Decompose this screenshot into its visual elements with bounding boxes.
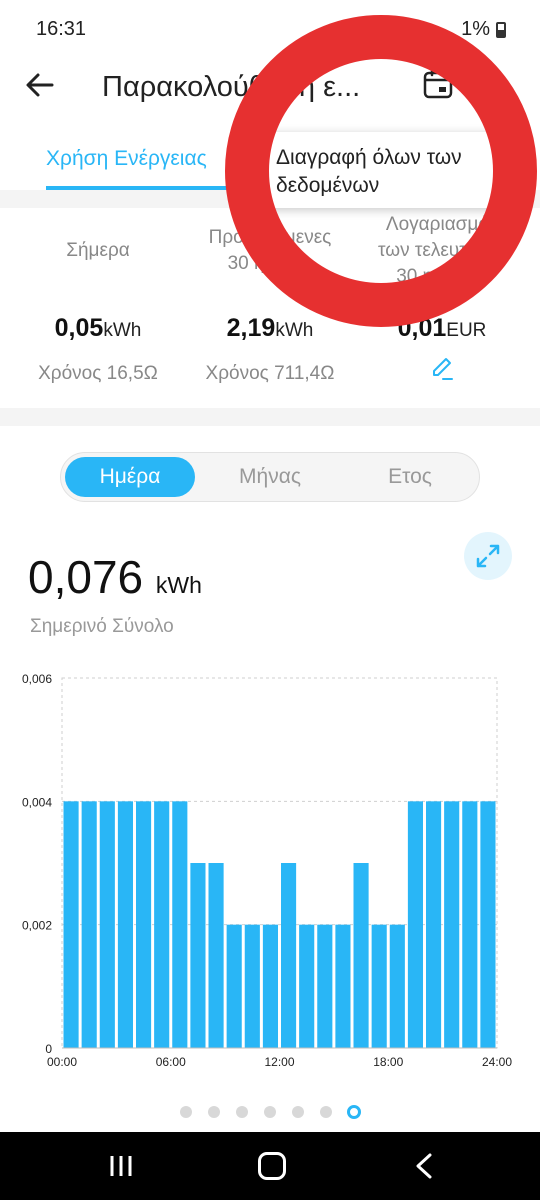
delete-all-data-menu-item[interactable]: Διαγραφή όλων των δεδομένων: [262, 132, 526, 208]
hourly-energy-chart: 0 0,002 0,004 0,006 00:00 06:00 12:00 18:00 24:0…: [22, 672, 512, 1069]
battery-percent: 1%: [461, 18, 490, 40]
daily-total-unit: kWh: [155, 572, 202, 598]
chart-bar: [299, 924, 315, 1048]
home-icon[interactable]: [258, 1152, 286, 1180]
battery-icon: [496, 22, 506, 38]
chart-bar: [371, 924, 387, 1048]
period-selector: Ημέρα Μήνας Ετος: [60, 452, 480, 502]
back-arrow-icon[interactable]: [22, 67, 58, 103]
summary-bill-label: Λογαριασμός των τελευταίων 30 ημερών: [378, 214, 506, 287]
energy-summary: Σήμερα 0,05kWh Χρόνος 16,5Ω Προηγούμενες…: [0, 208, 540, 410]
x-tick-label: 12:00: [264, 1055, 294, 1069]
chart-bar: [63, 801, 79, 1048]
chart-bar: [353, 863, 369, 1048]
summary-last30-label: Προηγούμενες 30 ημέρες: [208, 227, 332, 274]
edit-pencil-icon[interactable]: [428, 355, 456, 383]
chart-bar: [262, 924, 278, 1048]
summary-last30: Προηγούμενες 30 ημέρες 2,19kWh Χρόνος 71…: [180, 208, 360, 385]
pager-dot[interactable]: [264, 1106, 276, 1118]
bill-value: 0,01: [397, 314, 447, 342]
summary-today-label: Σήμερα: [66, 240, 130, 261]
segment-year[interactable]: Ετος: [345, 457, 475, 497]
chart-bar: [244, 924, 260, 1048]
chart-bar: [462, 801, 478, 1048]
summary-last30-value: 2,19kWh: [180, 314, 360, 343]
summary-today: Σήμερα 0,05kWh Χρόνος 16,5Ω: [8, 208, 188, 385]
last30-unit: kWh: [275, 320, 314, 341]
x-tick-label: 24:00: [482, 1055, 512, 1069]
calendar-icon[interactable]: [422, 67, 454, 101]
recent-apps-icon[interactable]: [108, 1154, 134, 1178]
chart-bar: [407, 801, 423, 1048]
chart-bar: [317, 924, 333, 1048]
summary-bill-value: 0,01EUR: [352, 314, 532, 343]
chart-bar: [226, 924, 242, 1048]
y-tick-label: 0,006: [22, 672, 52, 686]
pager-dot[interactable]: [208, 1106, 220, 1118]
pager-dot-active[interactable]: [347, 1105, 361, 1119]
chart-bar: [172, 801, 188, 1048]
chart-bar: [117, 801, 133, 1048]
summary-last30-year: Χρόνος 711,4Ω: [205, 363, 335, 384]
chart-bar: [136, 801, 152, 1048]
last30-value: 2,19: [226, 314, 276, 342]
expand-icon: [476, 544, 500, 568]
x-tick-label: 00:00: [47, 1055, 77, 1069]
chart-bar: [81, 801, 97, 1048]
segment-day[interactable]: Ημέρα: [65, 457, 195, 497]
tab-energy-usage[interactable]: Χρήση Ενέργειας: [46, 147, 207, 171]
today-value: 0,05: [54, 314, 104, 342]
daily-total-value: 0,076: [28, 551, 144, 603]
system-nav-bar: [0, 1132, 540, 1200]
expand-chart-button[interactable]: [464, 532, 512, 580]
app-bar: Παρακολούθηση ε...: [0, 55, 540, 115]
delete-all-data-label: Διαγραφή όλων των δεδομένων: [276, 146, 462, 197]
y-tick-label: 0,004: [22, 795, 52, 809]
summary-today-value: 0,05kWh: [8, 314, 188, 343]
segment-month[interactable]: Μήνας: [205, 457, 335, 497]
chart-bar: [281, 863, 297, 1048]
chart-bar: [335, 924, 351, 1048]
pager-dot[interactable]: [320, 1106, 332, 1118]
pager-dot[interactable]: [236, 1106, 248, 1118]
divider: [0, 408, 540, 426]
status-bar: 16:31 1%: [0, 0, 540, 60]
daily-total-label: Σημερινό Σύνολο: [30, 616, 174, 637]
pager-dot[interactable]: [180, 1106, 192, 1118]
y-tick-label: 0: [45, 1042, 52, 1056]
nav-back-icon[interactable]: [412, 1152, 436, 1180]
chart-bar: [208, 863, 224, 1048]
chart-bar: [480, 801, 496, 1048]
x-tick-label: 18:00: [373, 1055, 403, 1069]
chart-bar: [444, 801, 460, 1048]
chart-bar: [190, 863, 206, 1048]
chart-bar: [99, 801, 115, 1048]
summary-today-year: Χρόνος 16,5Ω: [38, 363, 158, 384]
chart-bar: [154, 801, 170, 1048]
chart-bar: [426, 801, 442, 1048]
page-title: Παρακολούθηση ε...: [102, 71, 361, 103]
bill-unit: EUR: [446, 320, 487, 341]
pager-dots: [0, 1102, 540, 1120]
x-tick-label: 06:00: [156, 1055, 186, 1069]
y-tick-label: 0,002: [22, 919, 52, 933]
chart-bar: [389, 924, 405, 1048]
pager-dot[interactable]: [292, 1106, 304, 1118]
status-time: 16:31: [36, 18, 87, 40]
daily-total: 0,076 kWh: [28, 550, 202, 604]
summary-bill: Λογαριασμός των τελευταίων 30 ημερών 0,0…: [352, 208, 532, 388]
today-unit: kWh: [103, 320, 142, 341]
